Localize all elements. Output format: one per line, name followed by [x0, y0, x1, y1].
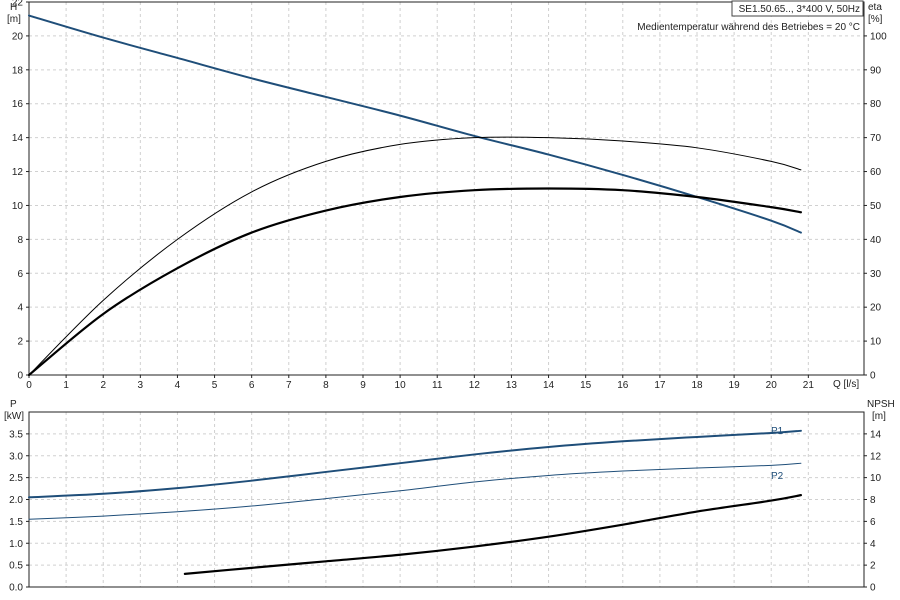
tick-label: 18: [12, 65, 24, 76]
tick-label: 100: [870, 31, 887, 42]
tick-label: 20: [766, 380, 778, 391]
tick-label: 20: [870, 303, 882, 314]
tick-label: 10: [12, 201, 24, 212]
tick-label: 11: [432, 380, 443, 391]
tick-label: 1.0: [9, 539, 23, 550]
head-axis-label: H: [10, 2, 17, 13]
tick-label: 80: [870, 99, 882, 110]
tick-label: 21: [803, 380, 815, 391]
tick-label: 1: [63, 380, 69, 391]
tick-label: 14: [870, 429, 882, 440]
tick-label: 12: [870, 451, 882, 462]
tick-label: 6: [870, 517, 876, 528]
tick-label: 70: [870, 133, 882, 144]
tick-label: 3.5: [9, 429, 23, 440]
tick-label: 40: [870, 235, 882, 246]
tick-label: 4: [17, 303, 23, 314]
p2-series-label: P2: [771, 471, 784, 482]
tick-label: 8: [870, 495, 876, 506]
tick-label: 14: [543, 380, 555, 391]
pump-performance-chart: 0246810121416182022 01020304050607080901…: [0, 0, 900, 600]
tick-label: 5: [212, 380, 218, 391]
tick-label: 7: [286, 380, 292, 391]
tick-label: 3.0: [9, 451, 23, 462]
npsh-axis-unit: [m]: [872, 411, 886, 422]
tick-label: 0: [26, 380, 32, 391]
tick-label: 90: [870, 65, 882, 76]
medium-temperature-note: Medientemperatur während des Betriebes =…: [637, 22, 860, 33]
tick-label: 12: [469, 380, 481, 391]
tick-label: 12: [12, 167, 24, 178]
tick-label: 9: [360, 380, 366, 391]
tick-label: 4: [870, 539, 876, 550]
tick-label: 16: [617, 380, 629, 391]
tick-label: 15: [580, 380, 592, 391]
tick-label: 0: [870, 583, 876, 594]
tick-label: 6: [249, 380, 255, 391]
head-axis-unit: [m]: [7, 14, 21, 25]
tick-label: 2.0: [9, 495, 23, 506]
tick-label: 10: [870, 473, 882, 484]
tick-label: 13: [506, 380, 518, 391]
eta-axis-unit: [%]: [868, 14, 883, 25]
tick-label: 2: [100, 380, 106, 391]
tick-label: 17: [654, 380, 666, 391]
power-axis-unit: [kW]: [4, 411, 24, 422]
tick-label: 50: [870, 201, 882, 212]
tick-label: 3: [138, 380, 144, 391]
tick-label: 16: [12, 99, 24, 110]
tick-label: 20: [12, 31, 24, 42]
tick-label: 2.5: [9, 473, 23, 484]
npsh-axis-label: NPSH: [867, 399, 895, 410]
tick-label: 60: [870, 167, 882, 178]
tick-label: 8: [17, 235, 23, 246]
tick-label: 6: [17, 269, 23, 280]
tick-label: 0: [870, 371, 876, 382]
p1-series-label: P1: [771, 426, 784, 437]
power-axis-label: P: [10, 399, 17, 410]
tick-label: 0.0: [9, 583, 23, 594]
tick-label: 10: [395, 380, 407, 391]
tick-label: 0.5: [9, 561, 23, 572]
tick-label: 19: [729, 380, 741, 391]
tick-label: 30: [870, 269, 882, 280]
tick-label: 18: [691, 380, 703, 391]
pump-info-text: SE1.50.65.., 3*400 V, 50Hz: [739, 4, 860, 15]
tick-label: 1.5: [9, 517, 23, 528]
tick-label: 2: [870, 561, 876, 572]
tick-label: 2: [17, 337, 23, 348]
tick-label: 0: [17, 371, 23, 382]
eta-axis-label: eta: [868, 2, 882, 13]
flow-axis-label: Q [l/s]: [833, 379, 859, 390]
tick-label: 14: [12, 133, 24, 144]
tick-label: 8: [323, 380, 329, 391]
tick-label: 4: [175, 380, 181, 391]
tick-label: 10: [870, 337, 882, 348]
